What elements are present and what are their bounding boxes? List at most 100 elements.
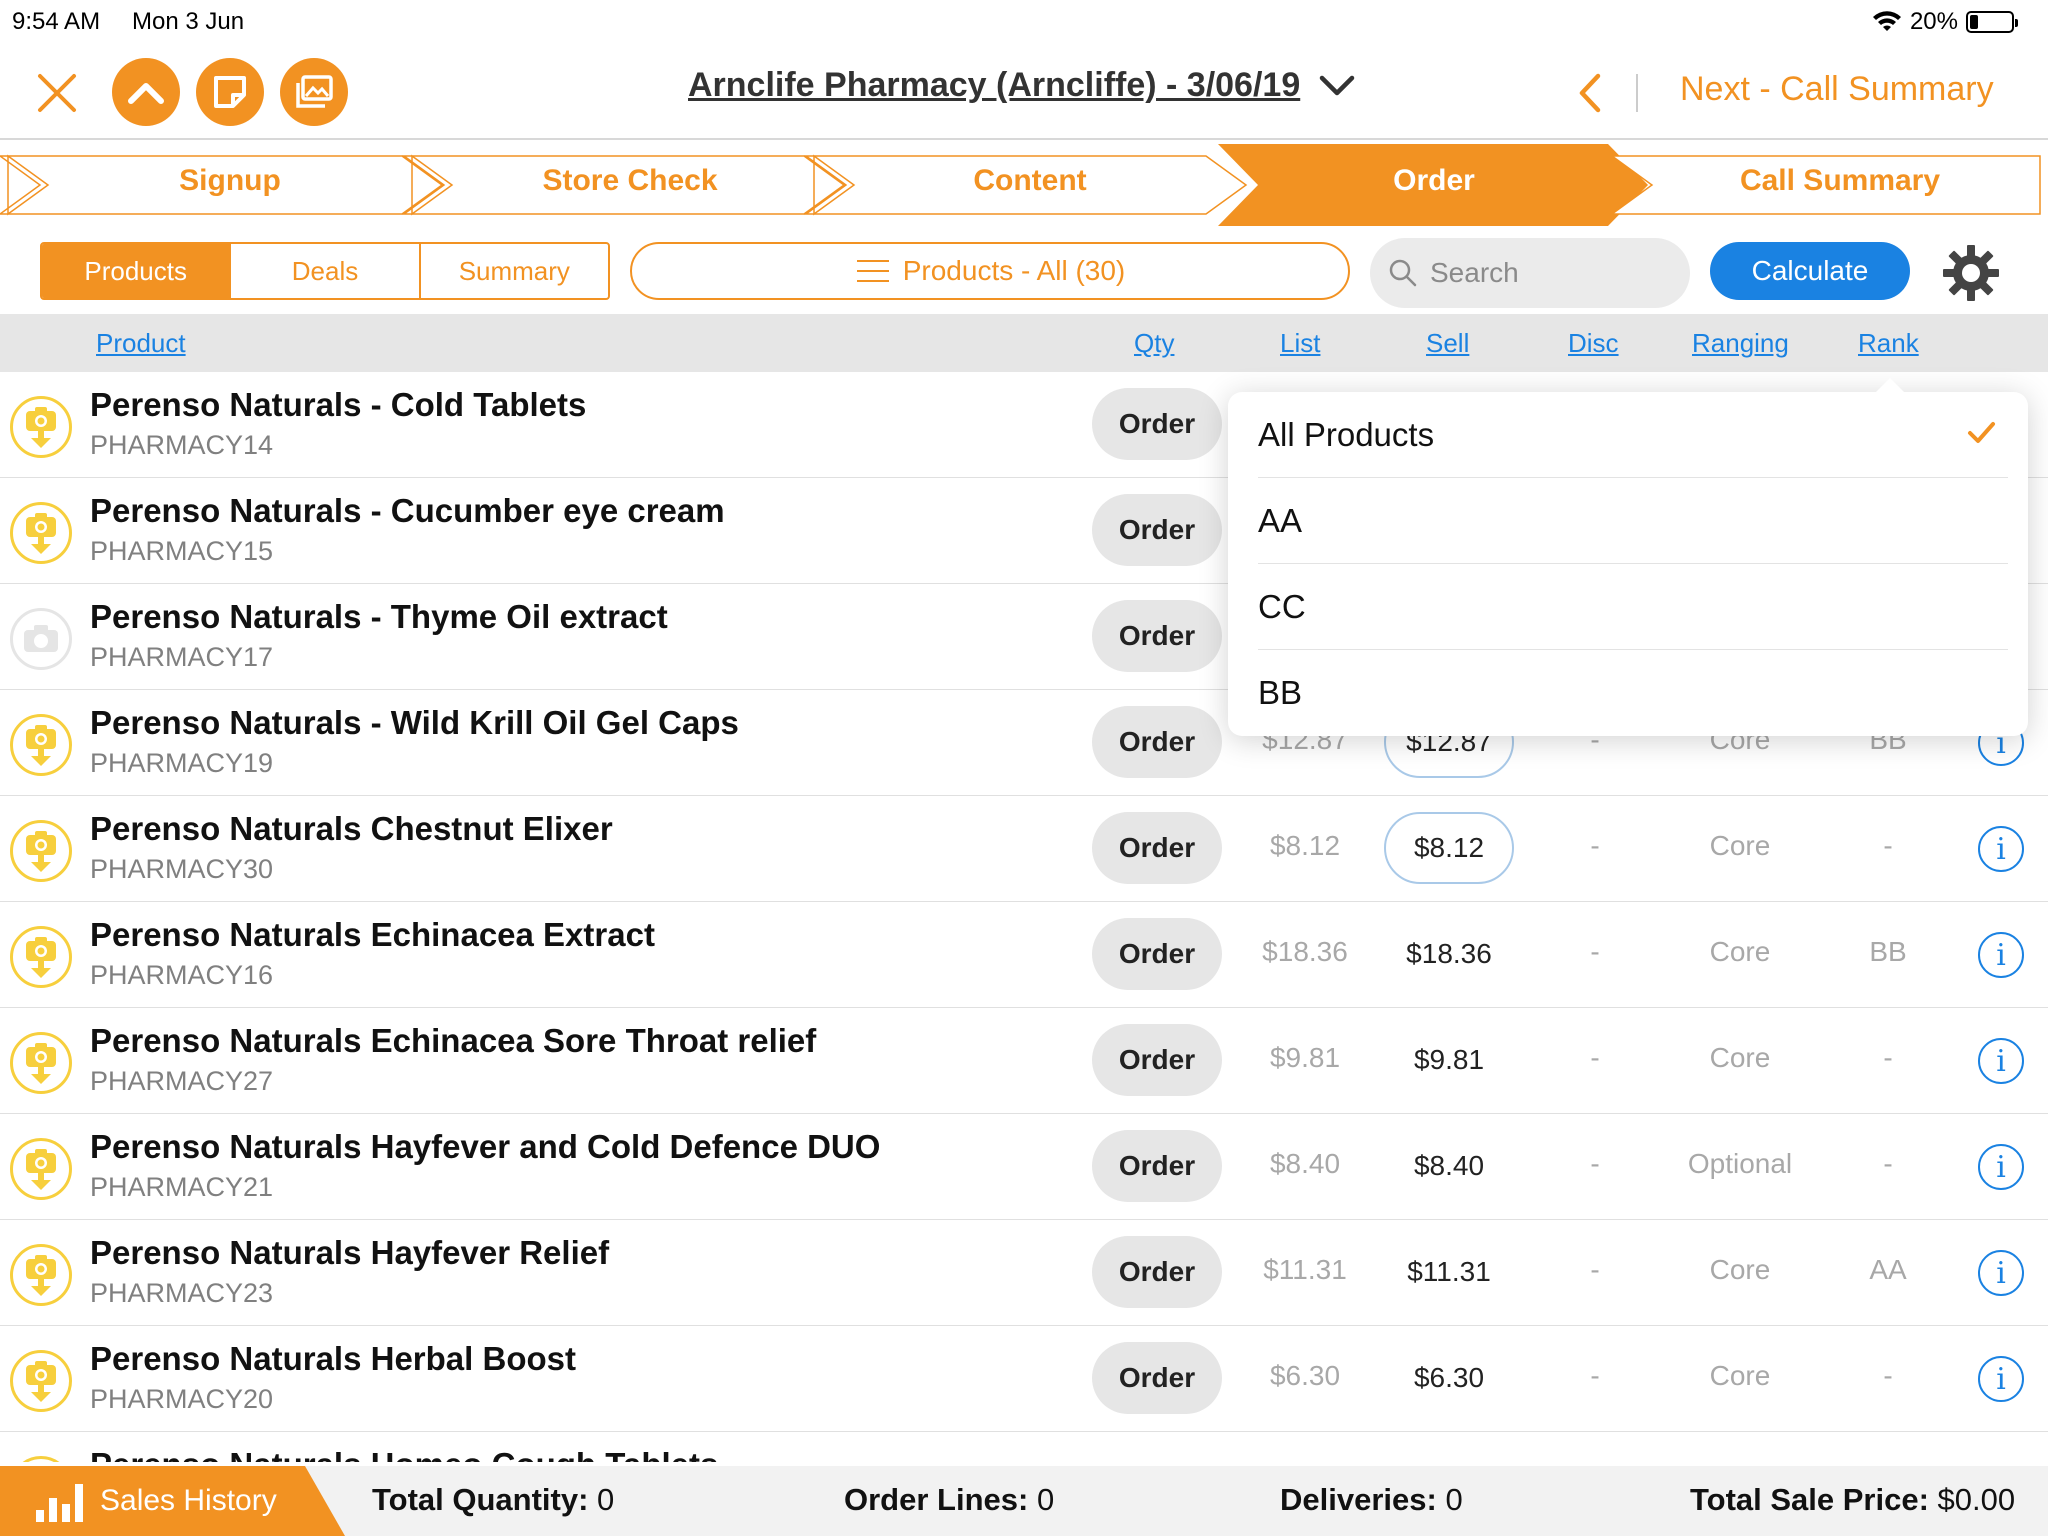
product-image[interactable] bbox=[10, 1244, 72, 1306]
rank-option-label: BB bbox=[1258, 674, 1303, 711]
product-image[interactable] bbox=[10, 1350, 72, 1412]
step-signup[interactable]: Signup bbox=[40, 164, 420, 198]
column-product[interactable]: Product bbox=[96, 328, 186, 359]
info-icon[interactable]: i bbox=[1978, 932, 2024, 978]
order-button[interactable]: Order bbox=[1092, 494, 1222, 566]
page-title[interactable]: Arnclife Pharmacy (Arncliffe) - 3/06/19 bbox=[688, 66, 1356, 105]
product-image[interactable] bbox=[10, 714, 72, 776]
product-image[interactable] bbox=[10, 926, 72, 988]
info-icon[interactable]: i bbox=[1978, 1250, 2024, 1296]
product-image[interactable] bbox=[10, 1456, 72, 1462]
product-name: Perenso Naturals - Cucumber eye cream bbox=[90, 492, 725, 529]
tab-deals[interactable]: Deals bbox=[231, 244, 421, 298]
product-filter-label: Products - All (30) bbox=[902, 255, 1126, 286]
product-code: PHARMACY20 bbox=[90, 1384, 274, 1414]
info-icon[interactable]: i bbox=[1978, 1356, 2024, 1402]
product-image[interactable] bbox=[10, 1138, 72, 1200]
product-name: Perenso Naturals Herbal Boost bbox=[90, 1340, 576, 1377]
table-row[interactable]: Perenso Naturals Echinacea Extract PHARMA… bbox=[0, 902, 2048, 1008]
info-icon[interactable]: i bbox=[1978, 1038, 2024, 1084]
order-button[interactable]: Order bbox=[1092, 388, 1222, 460]
order-button[interactable]: Order bbox=[1092, 706, 1222, 778]
order-button[interactable]: Order bbox=[1092, 1236, 1222, 1308]
sell-price-field[interactable]: $8.40 bbox=[1384, 1130, 1514, 1202]
search-input[interactable]: Search bbox=[1370, 238, 1690, 308]
product-code: PHARMACY27 bbox=[90, 1066, 274, 1096]
product-code: PHARMACY21 bbox=[90, 1172, 274, 1202]
camera-download-icon bbox=[26, 1361, 56, 1402]
table-row[interactable]: Perenso Naturals Homeo Cough Tablets bbox=[0, 1432, 2048, 1462]
gallery-button[interactable] bbox=[280, 58, 348, 126]
status-bar: 9:54 AM Mon 3 Jun 20% bbox=[0, 0, 2048, 40]
discount-value: - bbox=[1590, 936, 1600, 967]
order-button[interactable]: Order bbox=[1092, 812, 1222, 884]
column-disc[interactable]: Disc bbox=[1568, 328, 1619, 359]
ranging-value: Core bbox=[1709, 1254, 1771, 1285]
discount-value: - bbox=[1590, 1360, 1600, 1391]
column-ranging[interactable]: Ranging bbox=[1692, 328, 1789, 359]
column-rank[interactable]: Rank bbox=[1858, 328, 1919, 359]
chevron-left-icon[interactable] bbox=[1570, 68, 1610, 118]
product-image[interactable] bbox=[10, 396, 72, 458]
product-filter-button[interactable]: Products - All (30) bbox=[630, 242, 1350, 300]
total-quantity: Total Quantity: 0 bbox=[372, 1482, 614, 1518]
sell-price-field[interactable]: $18.36 bbox=[1384, 918, 1514, 990]
battery-fill bbox=[1970, 15, 1978, 29]
tab-products[interactable]: Products bbox=[42, 244, 232, 298]
table-row[interactable]: Perenso Naturals Echinacea Sore Throat r… bbox=[0, 1008, 2048, 1114]
rank-option-bb[interactable]: BB bbox=[1258, 650, 2008, 736]
sell-price-field[interactable]: $11.31 bbox=[1384, 1236, 1514, 1308]
rank-value: - bbox=[1883, 1360, 1893, 1391]
rank-option-all-products[interactable]: All Products bbox=[1258, 392, 2008, 478]
sales-history-button[interactable]: Sales History bbox=[0, 1466, 345, 1536]
product-name: Perenso Naturals - Wild Krill Oil Gel Ca… bbox=[90, 704, 739, 741]
rank-option-label: CC bbox=[1258, 587, 1306, 625]
sell-price-field[interactable]: $9.81 bbox=[1384, 1024, 1514, 1096]
product-image[interactable] bbox=[10, 1032, 72, 1094]
next-call-summary-button[interactable]: Next - Call Summary bbox=[1680, 70, 1994, 109]
product-image-placeholder[interactable] bbox=[10, 608, 72, 670]
step-content[interactable]: Content bbox=[840, 164, 1220, 198]
table-row[interactable]: Perenso Naturals Herbal Boost PHARMACY20 O… bbox=[0, 1326, 2048, 1432]
sell-price-field[interactable]: $6.30 bbox=[1384, 1342, 1514, 1414]
camera-download-icon bbox=[26, 1255, 56, 1296]
discount-value: - bbox=[1590, 1254, 1600, 1285]
collapse-button[interactable] bbox=[112, 58, 180, 126]
step-store-check[interactable]: Store Check bbox=[440, 164, 820, 198]
product-name: Perenso Naturals - Thyme Oil extract bbox=[90, 598, 668, 635]
order-button[interactable]: Order bbox=[1092, 600, 1222, 672]
order-button[interactable]: Order bbox=[1092, 1130, 1222, 1202]
order-lines: Order Lines: 0 bbox=[844, 1482, 1054, 1518]
product-image[interactable] bbox=[10, 502, 72, 564]
tab-summary[interactable]: Summary bbox=[421, 244, 608, 298]
column-qty[interactable]: Qty bbox=[1134, 328, 1174, 359]
product-code: PHARMACY19 bbox=[90, 748, 274, 778]
table-row[interactable]: Perenso Naturals Chestnut Elixer PHARMACY… bbox=[0, 796, 2048, 902]
order-button[interactable]: Order bbox=[1092, 1024, 1222, 1096]
rank-option-aa[interactable]: AA bbox=[1258, 478, 2008, 564]
column-sell[interactable]: Sell bbox=[1426, 328, 1469, 359]
checkmark-icon bbox=[1968, 422, 1995, 443]
sell-price-field[interactable]: $8.12 bbox=[1384, 812, 1514, 884]
column-list[interactable]: List bbox=[1280, 328, 1320, 359]
gallery-icon bbox=[296, 75, 333, 108]
product-image[interactable] bbox=[10, 820, 72, 882]
list-price: $6.30 bbox=[1269, 1360, 1341, 1391]
info-icon[interactable]: i bbox=[1978, 826, 2024, 872]
calculate-button[interactable]: Calculate bbox=[1710, 242, 1910, 300]
battery-icon bbox=[1966, 11, 2018, 33]
close-icon[interactable] bbox=[32, 68, 82, 118]
table-row[interactable]: Perenso Naturals Hayfever Relief PHARMACY… bbox=[0, 1220, 2048, 1326]
notes-button[interactable] bbox=[196, 58, 264, 126]
gear-icon[interactable] bbox=[1940, 242, 2002, 304]
rank-option-cc[interactable]: CC bbox=[1258, 564, 2008, 650]
step-order[interactable]: Order bbox=[1244, 164, 1624, 198]
status-date: Mon 3 Jun bbox=[132, 8, 245, 35]
rank-value: AA bbox=[1869, 1254, 1907, 1285]
order-button[interactable]: Order bbox=[1092, 918, 1222, 990]
wifi-icon bbox=[1872, 11, 1901, 31]
step-call-summary[interactable]: Call Summary bbox=[1650, 164, 2030, 198]
table-row[interactable]: Perenso Naturals Hayfever and Cold Defen… bbox=[0, 1114, 2048, 1220]
info-icon[interactable]: i bbox=[1978, 1144, 2024, 1190]
order-button[interactable]: Order bbox=[1092, 1342, 1222, 1414]
